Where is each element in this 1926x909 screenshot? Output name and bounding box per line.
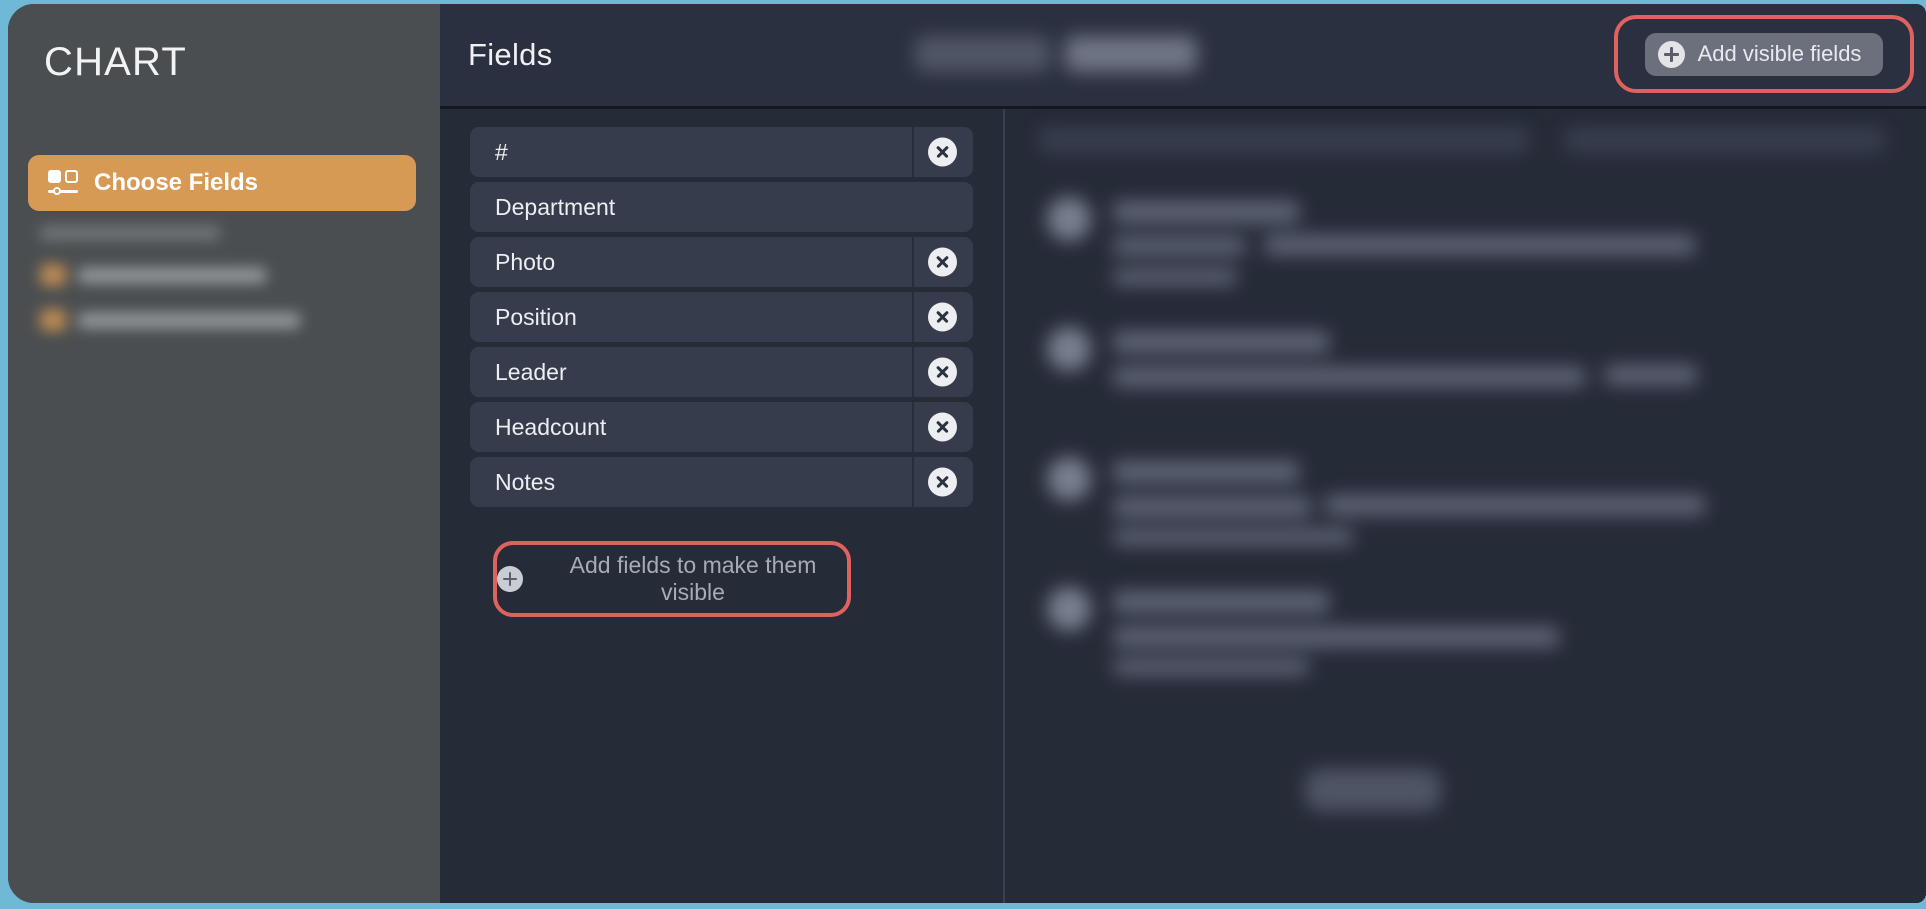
field-name: Photo — [495, 248, 556, 275]
app-window: CHART Choose Fields Fields Add visible f… — [8, 4, 1926, 903]
preview-panel — [1005, 109, 1926, 903]
segment-option-2-selected[interactable] — [1065, 36, 1197, 72]
choose-fields-icon — [48, 170, 80, 196]
field-row-divider — [912, 292, 914, 342]
field-row-divider — [912, 402, 914, 452]
remove-field-icon[interactable] — [928, 137, 957, 167]
field-row-divider — [912, 457, 914, 507]
plus-circle-icon — [1657, 40, 1685, 68]
sidebar-section-heading-redacted — [40, 226, 220, 240]
segment-option-1[interactable] — [915, 36, 1050, 72]
field-row[interactable]: Headcount — [470, 402, 973, 452]
add-fields-to-make-visible-button[interactable]: Add fields to make them visible — [497, 552, 847, 606]
field-row[interactable]: Leader — [470, 347, 973, 397]
remove-field-icon[interactable] — [928, 467, 957, 497]
field-row-divider — [912, 347, 914, 397]
fields-list-panel: # Department Photo Position Leader Headcount N… — [440, 109, 1005, 903]
field-row[interactable]: # — [470, 127, 973, 177]
sidebar: CHART Choose Fields — [8, 4, 440, 903]
main-header: Fields Add visible fields — [440, 4, 1926, 109]
sidebar-list-item-redacted — [40, 264, 266, 286]
main-body: # Department Photo Position Leader Headcount N… — [440, 109, 1926, 903]
sidebar-item-label: Choose Fields — [94, 169, 259, 196]
add-fields-highlight: Add fields to make them visible — [493, 541, 851, 617]
field-row[interactable]: Notes — [470, 457, 973, 507]
add-visible-fields-button[interactable]: Add visible fields — [1644, 32, 1884, 76]
add-visible-fields-label: Add visible fields — [1697, 41, 1862, 66]
sidebar-list-item-redacted — [40, 309, 300, 331]
plus-circle-icon — [497, 566, 523, 592]
field-name: Notes — [495, 468, 556, 495]
field-row[interactable]: Photo — [470, 237, 973, 287]
field-name: Position — [495, 303, 577, 330]
field-name: Leader — [495, 358, 567, 385]
field-name: Department — [495, 193, 616, 220]
field-row-divider — [912, 127, 914, 177]
view-mode-segmented-control[interactable] — [915, 32, 1205, 76]
remove-field-icon[interactable] — [928, 302, 957, 332]
app-title: CHART — [44, 40, 188, 84]
field-row[interactable]: Department — [470, 182, 973, 232]
main-panel: Fields Add visible fields # Department Pho… — [440, 4, 1926, 903]
remove-field-icon[interactable] — [928, 412, 957, 442]
field-row-divider — [912, 237, 914, 287]
preview-redacted-content — [1005, 109, 1926, 903]
add-fields-label: Add fields to make them visible — [569, 552, 817, 605]
remove-field-icon[interactable] — [928, 357, 957, 387]
field-name: Headcount — [495, 413, 607, 440]
sidebar-redacted-section — [32, 226, 362, 336]
page-title: Fields — [468, 37, 553, 72]
field-row[interactable]: Position — [470, 292, 973, 342]
add-visible-fields-highlight: Add visible fields — [1614, 15, 1914, 93]
remove-field-icon[interactable] — [928, 247, 957, 277]
sidebar-item-choose-fields[interactable]: Choose Fields — [28, 155, 416, 211]
field-name: # — [495, 138, 508, 165]
fields-list: # Department Photo Position Leader Headcount N… — [470, 127, 973, 507]
